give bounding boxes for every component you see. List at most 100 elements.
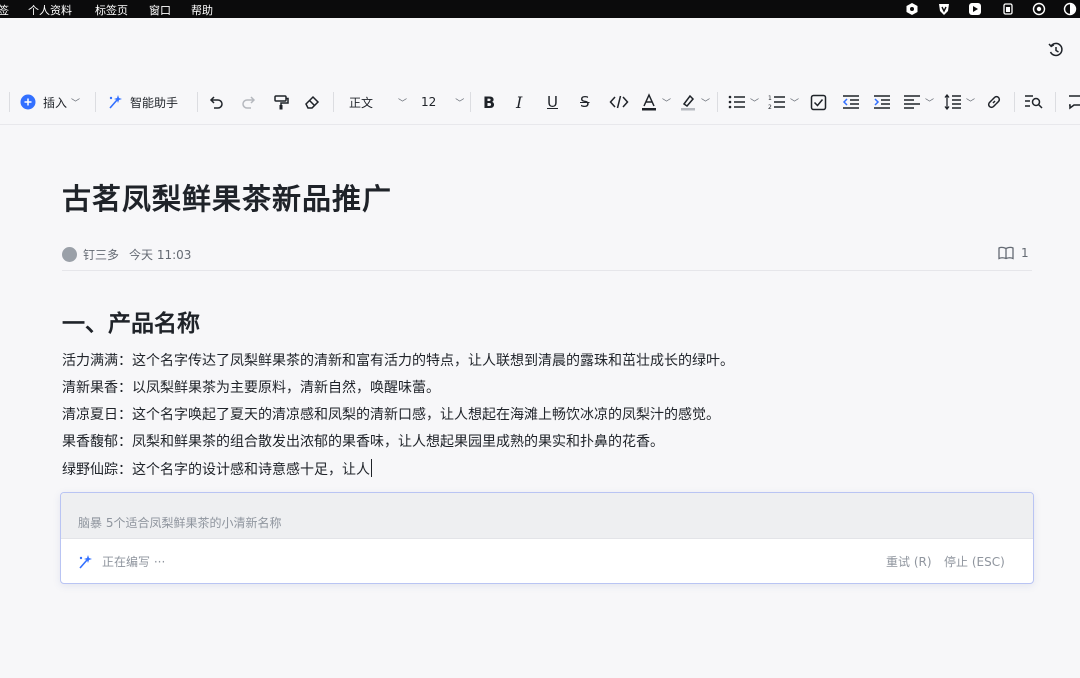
meta-divider xyxy=(62,270,1032,271)
link-icon xyxy=(987,95,1001,109)
stop-button[interactable]: 停止 (ESC) xyxy=(944,553,1005,570)
hexagon-icon[interactable] xyxy=(905,2,919,16)
menu-bar: 签 个人资料 标签页 窗口 帮助 xyxy=(0,0,1080,18)
underline-button[interactable]: U xyxy=(547,80,558,124)
highlight-icon xyxy=(681,94,695,111)
highlight-button[interactable]: ﹀ xyxy=(679,80,710,124)
line-spacing-icon xyxy=(944,94,961,110)
svg-text:2: 2 xyxy=(768,104,772,110)
read-count-value: 1 xyxy=(1021,246,1029,260)
chevron-down-icon: ﹀ xyxy=(925,98,935,109)
chevron-down-icon: ﹀ xyxy=(750,98,760,109)
read-count[interactable]: 1 xyxy=(998,246,1029,260)
toolbar-divider xyxy=(95,92,96,112)
updated-time: 今天 11:03 xyxy=(129,247,192,262)
menu-item-app[interactable]: 签 xyxy=(0,2,9,18)
italic-icon: I xyxy=(516,92,523,112)
author-name[interactable]: 钉三多 xyxy=(83,246,119,263)
assistant-label: 智能助手 xyxy=(130,95,179,110)
paragraph-writing[interactable]: 绿野仙踪：这个名字的设计感和诗意感十足，让人 xyxy=(62,459,372,480)
insert-label: 插入 xyxy=(43,95,68,110)
play-app-icon[interactable] xyxy=(968,2,982,16)
font-color-button[interactable]: ﹀ xyxy=(640,80,671,124)
indent-icon xyxy=(874,95,890,109)
toolbar-divider xyxy=(9,92,10,112)
format-painter-icon xyxy=(274,95,289,110)
svg-text:1: 1 xyxy=(768,95,772,102)
outdent-button[interactable] xyxy=(842,80,860,124)
font-size-select[interactable]: 12 ﹀ xyxy=(421,80,464,124)
toolbar-divider xyxy=(1055,92,1056,112)
paragraph[interactable]: 活力满满：这个名字传达了凤梨鲜果茶的清新和富有活力的特点，让人联想到清晨的露珠和… xyxy=(62,351,734,371)
find-button[interactable] xyxy=(1024,80,1044,124)
italic-button[interactable]: I xyxy=(516,80,522,124)
plus-icon xyxy=(20,94,36,110)
line-spacing-button[interactable]: ﹀ xyxy=(944,80,975,124)
ai-prompt-field[interactable]: 脑暴 5个适合凤梨鲜果茶的小清新名称 xyxy=(61,493,1033,539)
bulleted-list-button[interactable]: ﹀ xyxy=(728,80,759,124)
find-icon xyxy=(1025,95,1043,109)
clear-format-button[interactable] xyxy=(303,80,321,124)
section-heading[interactable]: 一、产品名称 xyxy=(62,304,200,338)
shield-icon[interactable] xyxy=(937,2,951,16)
avatar[interactable] xyxy=(62,246,77,262)
inline-code-button[interactable] xyxy=(609,80,629,124)
toolbar-divider xyxy=(470,92,471,112)
document-meta: 钉三多 今天 11:03 xyxy=(62,245,191,263)
bold-icon: B xyxy=(483,92,496,112)
chevron-down-icon: ﹀ xyxy=(398,98,408,109)
text-cursor xyxy=(371,459,372,477)
menu-item-tabs[interactable]: 标签页 xyxy=(95,2,128,18)
format-painter-button[interactable] xyxy=(272,80,290,124)
toolbar-divider xyxy=(717,92,718,112)
font-color-icon xyxy=(642,93,656,111)
numbered-list-icon: 12 xyxy=(768,95,785,110)
bulleted-list-icon xyxy=(728,95,745,109)
ai-assistant-panel: 脑暴 5个适合凤梨鲜果茶的小清新名称 正在编写 ··· 重试 (R) 停止 (E… xyxy=(60,492,1034,584)
task-list-button[interactable] xyxy=(810,80,827,124)
document-title[interactable]: 古茗凤梨鲜果茶新品推广 xyxy=(62,176,392,218)
align-button[interactable]: ﹀ xyxy=(903,80,934,124)
paragraph[interactable]: 清新果香：以凤梨鲜果茶为主要原料，清新自然，唤醒味蕾。 xyxy=(62,378,440,398)
menu-item-profile[interactable]: 个人资料 xyxy=(28,2,72,18)
redo-icon xyxy=(242,96,256,109)
control-center-icon[interactable] xyxy=(1063,2,1077,16)
strikethrough-button[interactable]: S xyxy=(580,80,590,124)
history-icon[interactable] xyxy=(1046,40,1066,60)
redo-button[interactable] xyxy=(240,80,258,124)
link-button[interactable] xyxy=(985,80,1003,124)
paragraph[interactable]: 果香馥郁：凤梨和鲜果茶的组合散发出浓郁的果香味，让人想起果园里成熟的果实和扑鼻的… xyxy=(62,432,664,452)
comment-button[interactable] xyxy=(1066,80,1080,124)
bold-button[interactable]: B xyxy=(483,80,495,124)
book-icon xyxy=(998,246,1014,260)
chevron-down-icon: ﹀ xyxy=(966,98,976,109)
toolbar-divider xyxy=(1014,92,1015,112)
text-style-select[interactable]: 正文 ﹀ xyxy=(349,80,407,124)
menu-item-window[interactable]: 窗口 xyxy=(149,2,171,18)
chevron-down-icon: ﹀ xyxy=(701,98,711,109)
undo-icon xyxy=(209,96,223,109)
ai-prompt-text: 脑暴 5个适合凤梨鲜果茶的小清新名称 xyxy=(78,516,282,530)
undo-button[interactable] xyxy=(207,80,225,124)
paragraph-text: 绿野仙踪：这个名字的设计感和诗意感十足，让人 xyxy=(62,462,370,478)
chevron-down-icon: ﹀ xyxy=(662,98,672,109)
assistant-button[interactable]: 智能助手 xyxy=(107,80,178,124)
outdent-icon xyxy=(842,95,859,109)
ai-status-label: 正在编写 ··· xyxy=(102,555,166,569)
vpn-icon[interactable] xyxy=(1032,2,1046,16)
retry-button[interactable]: 重试 (R) xyxy=(886,553,932,570)
paragraph[interactable]: 清凉夏日：这个名字唤起了夏天的清凉感和凤梨的清新口感，让人想起在海滩上畅饮冰凉的… xyxy=(62,405,720,425)
align-icon xyxy=(904,95,920,109)
underline-icon: U xyxy=(547,93,558,111)
chevron-down-icon: ﹀ xyxy=(790,98,800,109)
chevron-down-icon: ﹀ xyxy=(455,98,465,109)
indent-button[interactable] xyxy=(873,80,891,124)
battery-plug-icon[interactable] xyxy=(1001,2,1015,16)
checkbox-icon xyxy=(810,94,827,110)
toolbar-divider xyxy=(197,92,198,112)
menu-item-help[interactable]: 帮助 xyxy=(191,2,213,18)
text-style-value: 正文 xyxy=(349,95,374,110)
numbered-list-button[interactable]: 12 ﹀ xyxy=(768,80,799,124)
insert-button[interactable]: 插入 ﹀ xyxy=(20,80,80,124)
ai-status: 正在编写 ··· xyxy=(77,553,165,570)
